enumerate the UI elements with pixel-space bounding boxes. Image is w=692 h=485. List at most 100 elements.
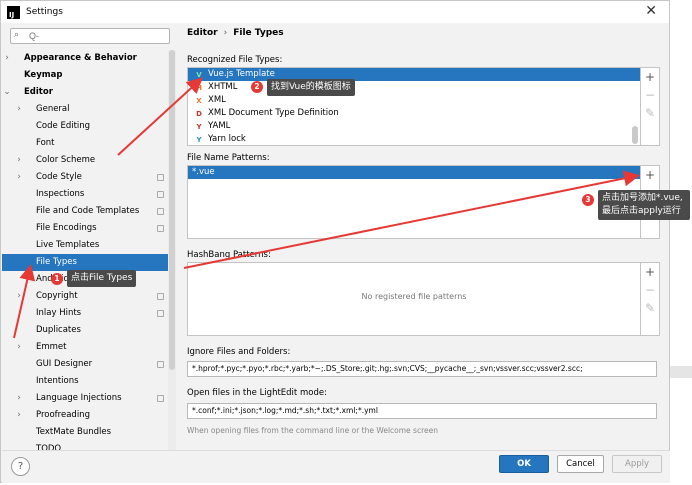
file-type-label: XHTML — [208, 82, 238, 92]
sidebar-item-label: TextMate Bundles — [36, 427, 112, 437]
sidebar-item-label: TODO — [36, 444, 62, 450]
file-name-patterns-label: File Name Patterns: — [187, 153, 270, 163]
sidebar-item-file-types[interactable]: File Types — [2, 254, 168, 271]
chevron-right-icon[interactable]: › — [14, 169, 24, 186]
lightedit-field[interactable]: *.conf;*.ini;*.json;*.log;*.md;*.sh;*.tx… — [187, 403, 657, 419]
edit-file-type-button[interactable]: ✎ — [641, 104, 659, 122]
sidebar-item-file-encodings[interactable]: File Encodings — [2, 220, 168, 237]
sidebar-item-emmet[interactable]: › Emmet — [2, 339, 168, 356]
breadcrumb-separator: › — [223, 28, 228, 38]
sidebar-item-general[interactable]: › General — [2, 101, 168, 118]
window-title: Settings — [26, 7, 63, 17]
file-type-row[interactable]: H XHTML — [188, 81, 640, 94]
sidebar-item-duplicates[interactable]: Duplicates — [2, 322, 168, 339]
file-type-row[interactable]: Y Yarn lock — [188, 133, 640, 145]
sidebar-item-label: Keymap — [24, 70, 63, 80]
settings-window: IJ Settings ✕ ⌕ › Appearance & Behavior Ke… — [0, 0, 670, 483]
sidebar-item-label: File and Code Templates — [36, 206, 140, 216]
ok-button[interactable]: OK — [499, 455, 549, 473]
sidebar-item-editor[interactable]: ⌄ Editor — [2, 84, 168, 101]
recognized-list-scrollbar[interactable] — [632, 126, 638, 144]
add-pattern-button[interactable]: + — [641, 166, 659, 184]
sidebar-item-textmate-bundles[interactable]: TextMate Bundles — [2, 424, 168, 441]
chevron-down-icon[interactable]: ⌄ — [2, 84, 12, 101]
sidebar-scrollbar-thumb[interactable] — [169, 50, 175, 370]
file-type-label: Vue.js Template — [208, 69, 275, 79]
sidebar-item-android-layout-editor[interactable]: Android Layout Editor — [2, 271, 168, 288]
settings-sidebar: ⌕ ›Appearance & Behavior Keymap ⌄ Editor ›Ge… — [2, 23, 177, 450]
file-type-icon: H — [196, 84, 202, 92]
hashbang-patterns-list[interactable]: No registered file patterns — [187, 262, 641, 336]
file-type-icon: Y — [196, 123, 202, 131]
file-type-row[interactable]: X XML — [188, 94, 640, 107]
help-button[interactable]: ? — [11, 457, 30, 476]
chevron-right-icon[interactable]: › — [2, 50, 12, 67]
ignore-files-field[interactable]: *.hprof;*.pyc;*.pyo;*.rbc;*.yarb;*~;.DS_… — [187, 361, 657, 377]
sidebar-item-appearance-behavior[interactable]: › Appearance & Behavior — [2, 50, 168, 67]
sidebar-item-label: Editor — [24, 87, 53, 97]
sidebar-item-live-templates[interactable]: Live Templates — [2, 237, 168, 254]
recognized-file-types-list[interactable]: V Vue.js Template H XHTML X XML D XML Document … — [187, 67, 641, 146]
sidebar-item-keymap[interactable]: Keymap — [2, 67, 168, 84]
sidebar-item-label: File Encodings — [36, 223, 97, 233]
sidebar-item-gui-designer[interactable]: GUI Designer — [2, 356, 168, 373]
sidebar-item-label: GUI Designer — [36, 359, 93, 369]
apply-button[interactable]: Apply — [612, 455, 662, 473]
sidebar-item-intentions[interactable]: Intentions — [2, 373, 168, 390]
file-type-label: XML — [208, 95, 226, 105]
ignore-files-label: Ignore Files and Folders: — [187, 347, 291, 357]
sidebar-item-proofreading[interactable]: › Proofreading — [2, 407, 168, 424]
chevron-right-icon[interactable]: › — [14, 407, 24, 424]
sidebar-item-label: Proofreading — [36, 410, 90, 420]
sidebar-item-code-editing[interactable]: Code Editing — [2, 118, 168, 135]
settings-search[interactable]: ⌕ — [10, 28, 170, 44]
sidebar-item-inspections[interactable]: Inspections — [2, 186, 168, 203]
sidebar-item-label: Emmet — [36, 342, 67, 352]
file-type-label: YAML — [208, 121, 231, 131]
project-scope-icon — [157, 208, 164, 215]
chevron-right-icon[interactable]: › — [14, 288, 24, 305]
cancel-button[interactable]: Cancel — [557, 455, 604, 473]
edit-hashbang-button[interactable]: ✎ — [641, 299, 659, 317]
add-hashbang-button[interactable]: + — [641, 263, 659, 281]
sidebar-item-inlay-hints[interactable]: Inlay Hints — [2, 305, 168, 322]
chevron-right-icon[interactable]: › — [14, 152, 24, 169]
close-icon[interactable]: ✕ — [645, 4, 657, 18]
sidebar-item-label: Inspections — [36, 189, 85, 199]
hashbang-empty-message: No registered file patterns — [361, 292, 467, 301]
add-file-type-button[interactable]: + — [641, 68, 659, 86]
remove-hashbang-button[interactable]: − — [641, 281, 659, 299]
sidebar-item-file-and-code-templates[interactable]: File and Code Templates — [2, 203, 168, 220]
project-scope-icon — [157, 191, 164, 198]
remove-file-type-button[interactable]: − — [641, 86, 659, 104]
edit-pattern-button[interactable]: ✎ — [641, 202, 659, 220]
breadcrumb-parent[interactable]: Editor — [187, 28, 218, 38]
sidebar-item-label: Code Editing — [36, 121, 91, 131]
sidebar-item-font[interactable]: Font — [2, 135, 168, 152]
project-scope-icon — [157, 310, 164, 317]
sidebar-item-label: Copyright — [36, 291, 78, 301]
sidebar-item-code-style[interactable]: › Code Style — [2, 169, 168, 186]
patterns-toolbar: + − ✎ — [641, 165, 660, 239]
chevron-right-icon[interactable]: › — [14, 339, 24, 356]
lightedit-label: Open files in the LightEdit mode: — [187, 388, 327, 398]
search-input[interactable] — [29, 30, 165, 42]
sidebar-item-label: Duplicates — [36, 325, 81, 335]
file-type-row[interactable]: Y YAML — [188, 120, 640, 133]
file-name-patterns-list[interactable]: *.vue — [187, 165, 641, 239]
sidebar-item-language-injections[interactable]: › Language Injections — [2, 390, 168, 407]
background-outside-window — [670, 0, 692, 485]
sidebar-item-todo[interactable]: TODO — [2, 441, 168, 450]
pattern-row[interactable]: *.vue — [188, 166, 640, 179]
chevron-right-icon[interactable]: › — [14, 101, 24, 118]
file-type-row[interactable]: V Vue.js Template — [188, 68, 640, 81]
sidebar-item-copyright[interactable]: › Copyright — [2, 288, 168, 305]
lightedit-hint: When opening files from the command line… — [187, 426, 438, 435]
file-type-row[interactable]: D XML Document Type Definition — [188, 107, 640, 120]
breadcrumb: Editor › File Types — [187, 28, 284, 38]
file-type-label: Yarn lock — [208, 134, 246, 144]
chevron-right-icon[interactable]: › — [14, 390, 24, 407]
remove-pattern-button[interactable]: − — [641, 184, 659, 202]
sidebar-item-color-scheme[interactable]: › Color Scheme — [2, 152, 168, 169]
title-bar: IJ Settings ✕ — [1, 1, 669, 23]
